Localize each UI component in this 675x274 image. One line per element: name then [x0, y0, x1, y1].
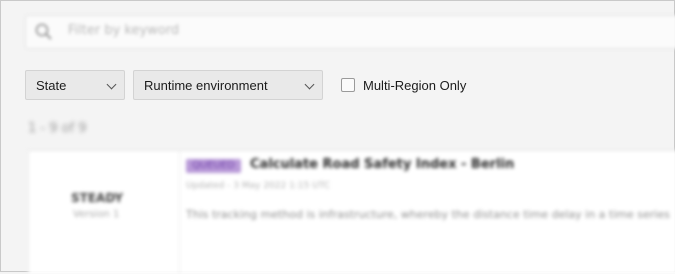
search-bar[interactable]: Filter by keyword — [25, 15, 675, 49]
chevron-down-icon — [106, 79, 117, 90]
result-state-column: STEADY Version 1 — [29, 151, 180, 274]
state-dropdown[interactable]: State — [25, 70, 125, 100]
status-badge: QUEUED — [186, 159, 241, 173]
search-icon — [34, 22, 54, 42]
runtime-dropdown-label: Runtime environment — [144, 77, 268, 93]
result-version: Version 1 — [73, 209, 120, 220]
chevron-down-icon — [304, 79, 315, 90]
results-count-heading: 1 - 9 of 9 — [28, 121, 87, 136]
result-card[interactable]: STEADY Version 1 QUEUED Calculate Road S… — [28, 150, 675, 274]
search-input[interactable]: Filter by keyword — [68, 23, 179, 38]
filter-toolbar: State Runtime environment Multi-Region O… — [25, 70, 466, 100]
multi-region-checkbox[interactable] — [341, 78, 355, 92]
result-meta: Updated - 3 May 2022 1:15 UTC — [186, 181, 331, 191]
multi-region-toggle[interactable]: Multi-Region Only — [341, 78, 466, 93]
state-dropdown-label: State — [36, 77, 67, 93]
runtime-environment-dropdown[interactable]: Runtime environment — [133, 70, 323, 100]
result-state: STEADY — [71, 191, 124, 205]
result-description: This tracking method is infrastructure, … — [186, 208, 670, 221]
multi-region-label: Multi-Region Only — [363, 77, 467, 93]
result-title-link[interactable]: Calculate Road Safety Index - Berlin — [250, 157, 514, 172]
